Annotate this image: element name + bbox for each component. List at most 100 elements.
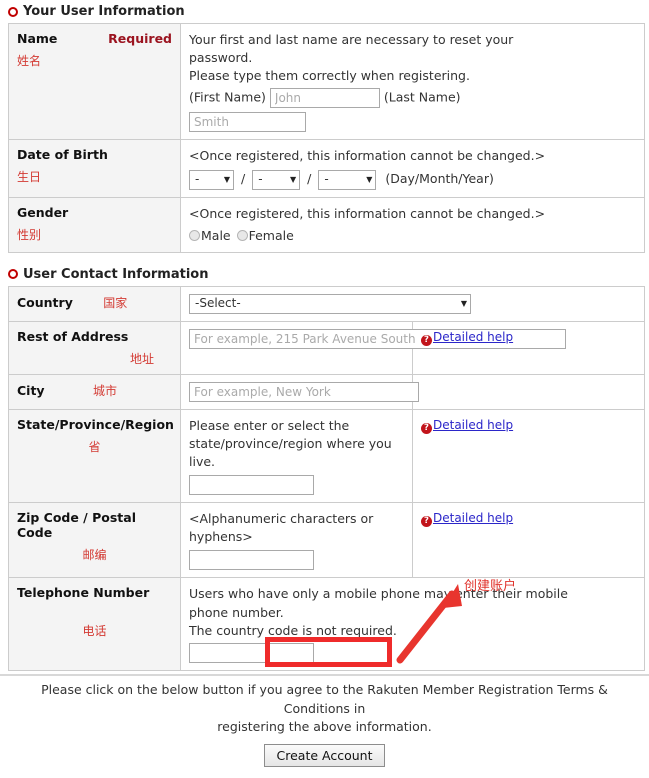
label-cn-state: 省: [88, 439, 101, 454]
country-select[interactable]: -Select- ▼: [189, 293, 471, 314]
chevron-down-icon: ▼: [290, 174, 297, 184]
label-cn-dob: 生日: [17, 170, 42, 185]
table-row-telephone: Telephone Number 电话 Users who have only …: [8, 577, 645, 671]
row-label-country: Country 国家: [8, 285, 181, 322]
question-mark-icon: ?: [421, 516, 432, 528]
chevron-down-icon: ▼: [366, 174, 373, 184]
dob-year-select[interactable]: - ▼: [318, 169, 377, 190]
detailed-help-link[interactable]: Detailed help: [433, 330, 513, 344]
section-header-user-info: Your User Information: [8, 4, 645, 19]
table-row-state: State/Province/Region 省 Please enter or …: [8, 408, 645, 504]
name-note-line2: password.: [189, 50, 253, 66]
row-value-gender: <Once registered, this information canno…: [180, 196, 645, 253]
row-value-dob: <Once registered, this information canno…: [180, 139, 645, 198]
dob-month-select[interactable]: - ▼: [252, 169, 301, 190]
first-name-caption: (First Name): [189, 89, 266, 105]
create-account-button[interactable]: Create Account: [263, 744, 386, 767]
row-help-state: ? Detailed help: [412, 408, 645, 504]
dob-format-note: (Day/Month/Year): [385, 171, 494, 186]
telephone-input[interactable]: [189, 642, 314, 663]
name-note-line1: Your first and last name are necessary t…: [189, 32, 514, 47]
dob-separator-1: /: [240, 171, 246, 186]
label-cn-city: 城市: [92, 383, 117, 398]
telephone-note-line1: Users who have only a mobile phone may e…: [189, 586, 568, 602]
label-cn-zip: 邮编: [82, 548, 107, 563]
label-text-dob: Date of Birth: [17, 147, 108, 163]
gender-radio-male[interactable]: [189, 229, 200, 241]
ring-bullet-icon: [8, 6, 18, 17]
row-value-city: [180, 373, 419, 410]
user-information-table: Name Required 姓名 Your first and last nam…: [8, 22, 645, 253]
dob-note: <Once registered, this information canno…: [189, 148, 546, 164]
row-label-zip: Zip Code / Postal Code 邮编: [8, 502, 181, 579]
last-name-caption: (Last Name): [383, 89, 461, 105]
table-row-country: Country 国家 -Select- ▼: [8, 285, 645, 322]
label-cn-country: 国家: [103, 295, 128, 310]
row-label-telephone: Telephone Number 电话: [8, 577, 181, 671]
row-label-name: Name Required 姓名: [8, 22, 181, 141]
label-text-state: State/Province/Region: [17, 416, 174, 432]
row-value-zip: <Alphanumeric characters or hyphens>: [180, 502, 413, 579]
label-cn-telephone: 电话: [82, 624, 107, 639]
required-badge: Required: [108, 31, 172, 46]
row-value-name: Your first and last name are necessary t…: [180, 22, 645, 141]
terms-line-2: registering the above information.: [217, 719, 432, 735]
dob-month-value: -: [258, 171, 263, 186]
row-value-country: -Select- ▼: [180, 285, 645, 322]
dob-year-value: -: [324, 171, 329, 186]
contact-information-table: Country 国家 -Select- ▼ Rest of Address 地址: [8, 285, 645, 671]
label-text-telephone: Telephone Number: [17, 585, 150, 601]
chevron-down-icon: ▼: [223, 174, 230, 184]
gender-note: <Once registered, this information canno…: [189, 205, 546, 221]
telephone-note-line3: The country code is not required.: [189, 622, 397, 638]
question-mark-icon: ?: [421, 334, 432, 346]
label-cn-address: 地址: [129, 351, 154, 366]
telephone-note-line2: phone number.: [189, 604, 284, 620]
name-note-line3: Please type them correctly when register…: [189, 68, 470, 84]
terms-line-1: Please click on the below button if you …: [41, 681, 608, 716]
detailed-help-link[interactable]: Detailed help: [433, 511, 513, 525]
row-help-city: [412, 373, 645, 410]
first-name-input[interactable]: [269, 88, 380, 109]
ring-bullet-icon: [8, 269, 18, 280]
label-text-zip: Zip Code / Postal Code: [17, 510, 136, 541]
dob-separator-2: /: [307, 171, 312, 186]
table-row-zip: Zip Code / Postal Code 邮编 <Alphanumeric …: [8, 502, 645, 579]
label-cn-name: 姓名: [17, 54, 42, 68]
label-text-name: Name: [17, 31, 58, 46]
chevron-down-icon: ▼: [460, 298, 467, 308]
detailed-help-link[interactable]: Detailed help: [433, 418, 513, 432]
zip-note: <Alphanumeric characters or hyphens>: [189, 511, 374, 545]
table-row-city: City 城市: [8, 373, 645, 410]
table-row-gender: Gender 性别 <Once registered, this informa…: [8, 196, 645, 253]
label-text-city: City: [17, 382, 45, 398]
zip-input[interactable]: [189, 550, 314, 571]
table-row-name: Name Required 姓名 Your first and last nam…: [8, 22, 645, 141]
annotation-create-account-cn: 创建账户: [464, 579, 517, 594]
city-input[interactable]: [189, 381, 419, 402]
dob-day-select[interactable]: - ▼: [189, 169, 234, 190]
last-name-input[interactable]: [189, 112, 306, 133]
registration-page: Your User Information Name Required 姓名 Y…: [0, 4, 649, 778]
gender-radio-female[interactable]: [236, 229, 248, 241]
label-text-country: Country: [17, 294, 73, 310]
row-value-address: [180, 320, 566, 375]
table-row-dob: Date of Birth 生日 <Once registered, this …: [8, 139, 645, 198]
label-text-gender: Gender: [17, 204, 69, 220]
section-title: User Contact Information: [23, 266, 209, 282]
row-help-zip: ? Detailed help: [412, 502, 645, 579]
label-cn-gender: 性别: [17, 227, 42, 242]
question-mark-icon: ?: [421, 422, 432, 434]
row-value-telephone: Users who have only a mobile phone may e…: [180, 577, 645, 671]
table-row-address: Rest of Address 地址 ?Detailed help: [8, 320, 645, 375]
gender-label-male[interactable]: Male: [201, 228, 231, 243]
state-input[interactable]: [189, 475, 314, 496]
dob-day-value: -: [195, 171, 200, 186]
row-label-dob: Date of Birth 生日: [8, 139, 181, 198]
gender-label-female[interactable]: Female: [249, 228, 294, 243]
row-value-state: Please enter or select the state/provinc…: [180, 408, 413, 504]
section-title: Your User Information: [23, 4, 185, 19]
country-selected-value: -Select-: [195, 296, 241, 311]
label-text-address: Rest of Address: [17, 328, 129, 344]
row-label-city: City 城市: [8, 373, 181, 410]
